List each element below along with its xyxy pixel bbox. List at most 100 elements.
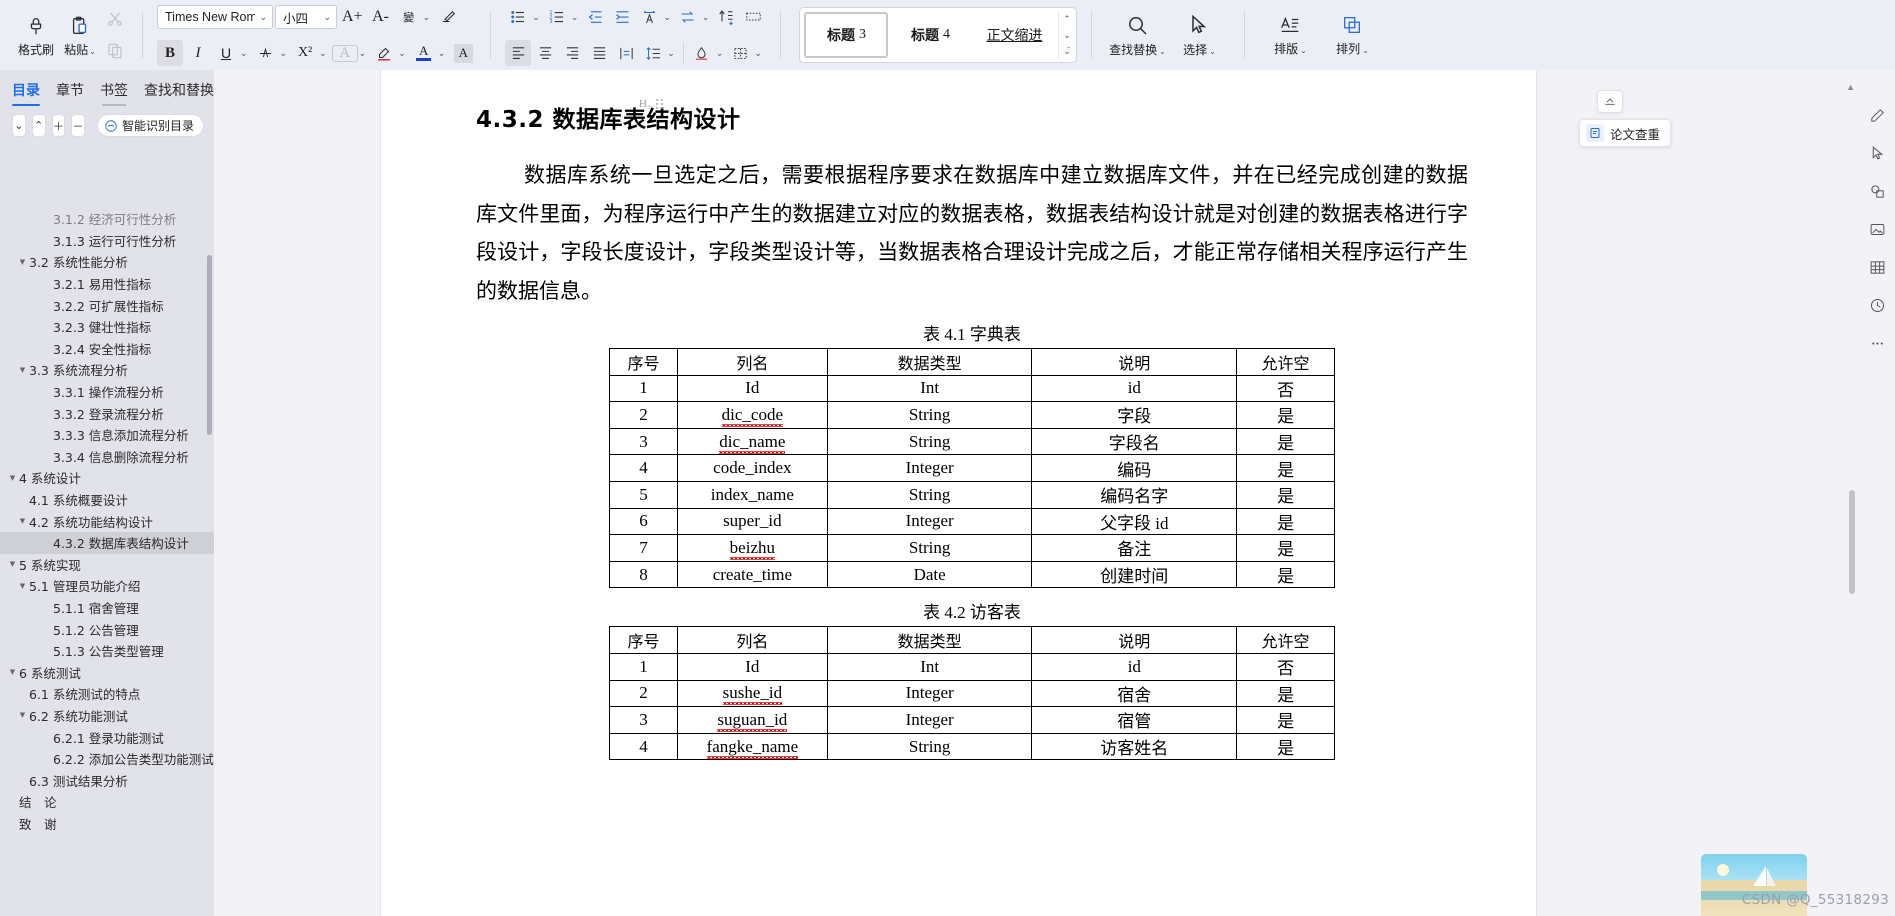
clock-icon[interactable]: [1865, 294, 1889, 316]
decrease-font-size-button[interactable]: A-: [368, 4, 394, 30]
table-cell[interactable]: Id: [676, 652, 828, 681]
align-justify-button[interactable]: [586, 40, 612, 66]
chevron-down-icon[interactable]: ▼: [6, 474, 19, 482]
clear-formatting-button[interactable]: [435, 4, 461, 30]
toc-item[interactable]: 4.1 系统概要设计: [0, 489, 214, 511]
tab-find-replace[interactable]: 查找和替换: [144, 80, 214, 106]
table-cell[interactable]: code_index: [676, 454, 828, 482]
table-cell[interactable]: 是: [1236, 454, 1335, 482]
table-cell[interactable]: Id: [676, 374, 828, 403]
chevron-down-icon[interactable]: ▼: [16, 517, 29, 525]
toc-item[interactable]: 6.1 系统测试的特点: [0, 683, 214, 705]
table-row[interactable]: 8 create_time Date 创建时间是: [609, 560, 1335, 589]
find-replace-button[interactable]: 查找替换 ⌄: [1106, 4, 1168, 66]
table-row[interactable]: 4 code_index Integer 编码是: [609, 454, 1335, 482]
toc-item[interactable]: ▼ 5 系统实现: [0, 554, 214, 576]
tab-chapters[interactable]: 章节: [56, 80, 84, 106]
select-button[interactable]: 选择 ⌄: [1168, 4, 1230, 66]
char-shading-button[interactable]: A: [450, 40, 476, 66]
home-icon[interactable]: [1597, 90, 1623, 113]
table-cell[interactable]: Int: [826, 374, 1033, 403]
decrease-indent-button[interactable]: [582, 4, 608, 30]
underline-button[interactable]: U ⌄: [213, 40, 251, 66]
table-cell[interactable]: String: [826, 732, 1033, 761]
expand-level-button[interactable]: ＋: [51, 114, 66, 137]
table-cell[interactable]: 编码名字: [1031, 480, 1238, 509]
collapse-down-button[interactable]: ⌄: [12, 114, 26, 137]
borders-button[interactable]: ⌄: [727, 40, 765, 66]
increase-font-size-button[interactable]: A+: [339, 4, 366, 30]
document-vertical-scrollbar[interactable]: [1849, 490, 1855, 594]
strikethrough-button[interactable]: ⌄: [253, 40, 291, 66]
table-cell[interactable]: 是: [1236, 480, 1335, 509]
toc-item[interactable]: 致 谢: [0, 813, 214, 835]
table-cell[interactable]: 备注: [1031, 534, 1238, 562]
align-left-button[interactable]: [505, 40, 532, 66]
chevron-down-icon[interactable]: ▼: [16, 366, 29, 374]
table-row[interactable]: 5 index_name String 编码名字是: [609, 480, 1335, 509]
style-body-indent[interactable]: 正文缩进: [972, 12, 1056, 58]
table-cell[interactable]: 2: [609, 679, 678, 708]
chevron-down-icon[interactable]: ▼: [6, 560, 19, 568]
table-row[interactable]: 3 dic_name String 字段名是: [609, 427, 1335, 456]
toc-item[interactable]: ▼ 5.1 管理员功能介绍: [0, 575, 214, 597]
table-cell[interactable]: Integer: [826, 679, 1033, 708]
copy-icon[interactable]: [102, 38, 128, 64]
toc-item[interactable]: ▼ 3.3 系统流程分析: [0, 359, 214, 381]
align-center-button[interactable]: [532, 40, 558, 66]
paste-button[interactable]: 粘贴⌄: [58, 4, 102, 66]
toc-scrollbar[interactable]: [207, 255, 212, 435]
table-cell[interactable]: 访客姓名: [1031, 732, 1238, 761]
toc-item[interactable]: 6.2.1 登录功能测试: [0, 726, 214, 748]
tab-toc[interactable]: 目录: [12, 80, 40, 106]
table-cell[interactable]: String: [826, 534, 1033, 562]
distribute-text-button[interactable]: [613, 40, 639, 66]
typeset-button[interactable]: 排版 ⌄: [1259, 4, 1321, 66]
toc-item[interactable]: 6.3 测试结果分析: [0, 769, 214, 791]
toc-item[interactable]: 3.2.2 可扩展性指标: [0, 294, 214, 316]
heading-level-marker[interactable]: H₃: [639, 98, 664, 110]
toc-item[interactable]: 3.3.3 信息添加流程分析: [0, 424, 214, 446]
table-cell[interactable]: index_name: [676, 480, 828, 509]
increase-indent-button[interactable]: [609, 4, 635, 30]
table-cell[interactable]: fangke_name: [676, 732, 828, 761]
toc-item[interactable]: 3.2.3 健壮性指标: [0, 316, 214, 338]
table-cell[interactable]: 7: [609, 534, 678, 562]
phonetic-guide-button[interactable]: 變 ⌄: [396, 4, 434, 30]
table-cell[interactable]: 是: [1236, 679, 1335, 708]
table-row[interactable]: 1 Id Int id 否: [609, 374, 1335, 403]
toc-item[interactable]: 3.2.1 易用性指标: [0, 273, 214, 295]
table-cell[interactable]: String: [826, 427, 1033, 456]
table-cell[interactable]: 否: [1236, 374, 1335, 403]
styles-gallery-scroller[interactable]: ⌃ ⌄ ⌄̄: [1058, 11, 1074, 59]
show-paragraph-marks-button[interactable]: [740, 4, 766, 30]
table-cell[interactable]: Date: [826, 560, 1033, 589]
toc-item[interactable]: ▼ 6 系统测试: [0, 661, 214, 683]
sort-button[interactable]: [713, 4, 739, 30]
toc-item[interactable]: 3.2.4 安全性指标: [0, 338, 214, 360]
table-cell[interactable]: 4: [609, 454, 678, 482]
toc-item[interactable]: 结 论: [0, 791, 214, 813]
cut-scissors-icon[interactable]: [102, 6, 128, 32]
shapes-icon[interactable]: [1865, 180, 1889, 202]
table-cell[interactable]: 6: [609, 507, 678, 536]
table-cell[interactable]: 4: [609, 732, 678, 761]
table-row[interactable]: 2 dic_code String 字段是: [609, 401, 1335, 429]
chevron-down-icon[interactable]: ▼: [6, 668, 19, 676]
pinyin-guide-button[interactable]: ⌄: [636, 4, 674, 30]
table-cell[interactable]: 是: [1236, 427, 1335, 456]
text-highlight-button[interactable]: ⌄: [371, 40, 409, 66]
cursor-arrow-icon[interactable]: [1865, 142, 1889, 164]
table-cell[interactable]: 是: [1236, 706, 1335, 734]
table-cell[interactable]: 是: [1236, 507, 1335, 536]
toc-item[interactable]: 5.1.3 公告类型管理: [0, 640, 214, 662]
chevron-down-icon[interactable]: ▼: [16, 258, 29, 266]
table-cell[interactable]: 否: [1236, 652, 1335, 681]
toc-item[interactable]: ▼ 4.2 系统功能结构设计: [0, 510, 214, 532]
table-cell[interactable]: dic_code: [676, 401, 828, 429]
scroll-up-icon[interactable]: ▲: [1846, 82, 1855, 92]
char-border-button[interactable]: A ⌄: [331, 44, 370, 62]
text-direction-button[interactable]: ⌄: [675, 4, 713, 30]
smart-toc-button[interactable]: 智能识别目录: [97, 114, 205, 137]
toc-item[interactable]: ▼ 3.2 系统性能分析: [0, 251, 214, 273]
